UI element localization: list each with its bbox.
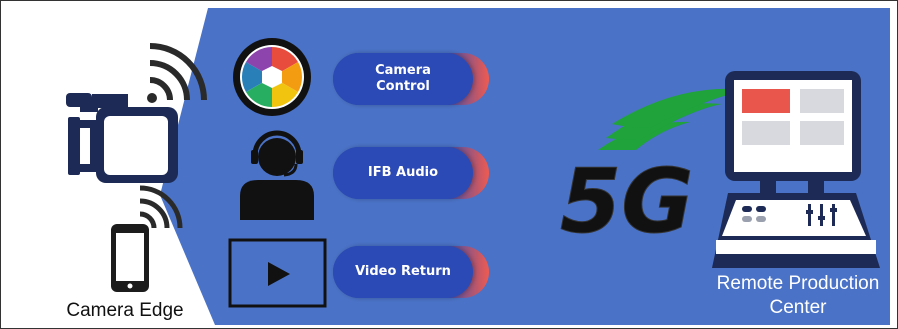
5g-logo-text: 5G [560,150,693,253]
smartphone-icon [111,224,149,292]
production-console-icon [712,71,880,268]
ifb-audio-pill: IFB Audio [333,147,489,199]
remote-production-caption: Remote Production Center [716,273,880,318]
video-return-label: Video Return [355,264,451,279]
camera-edge-caption: Camera Edge [66,300,184,321]
camera-control-label: Camera Control [375,63,431,94]
camera-aperture-icon [233,38,311,116]
video-return-pill: Video Return [333,246,489,298]
diagram: 5G Camera Control IFB Audio Video Return… [0,0,898,329]
ifb-audio-label: IFB Audio [367,165,439,180]
camera-control-pill: Camera Control [333,53,489,105]
